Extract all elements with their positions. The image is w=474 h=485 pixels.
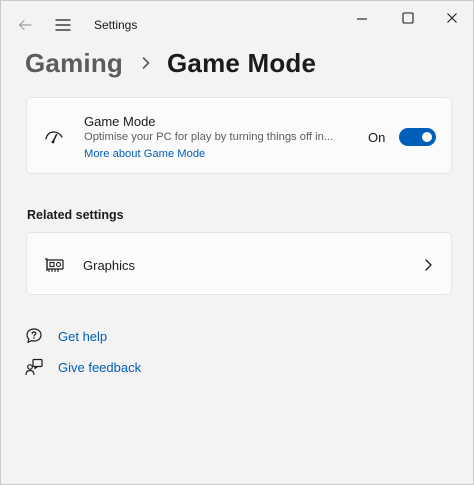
game-mode-description: Optimise your PC for play by turning thi… bbox=[84, 131, 334, 143]
maximize-icon bbox=[402, 12, 414, 24]
chevron-right-icon bbox=[421, 257, 435, 273]
minimize-icon bbox=[357, 18, 367, 20]
graphics-card-icon bbox=[43, 254, 65, 276]
minimize-button[interactable] bbox=[339, 5, 385, 33]
give-feedback-label: Give feedback bbox=[58, 359, 142, 375]
toggle-knob bbox=[422, 132, 432, 142]
page-title: Game Mode bbox=[167, 47, 317, 78]
related-settings-heading: Related settings bbox=[27, 208, 124, 222]
related-setting-graphics[interactable]: Graphics bbox=[26, 232, 452, 295]
more-about-game-mode-link[interactable]: More about Game Mode bbox=[84, 148, 205, 160]
maximize-button[interactable] bbox=[385, 5, 431, 33]
get-help-link[interactable]: Get help bbox=[25, 325, 107, 347]
breadcrumb-parent-gaming[interactable]: Gaming bbox=[25, 48, 123, 79]
window-title: Settings bbox=[94, 18, 138, 32]
breadcrumb-chevron-icon bbox=[131, 45, 161, 81]
give-feedback-link[interactable]: Give feedback bbox=[25, 356, 141, 378]
feedback-icon bbox=[25, 358, 43, 376]
hamburger-menu-icon bbox=[55, 19, 71, 31]
back-button[interactable] bbox=[13, 13, 37, 37]
arrow-left-icon bbox=[18, 19, 32, 31]
game-mode-title: Game Mode bbox=[84, 114, 156, 129]
close-button[interactable] bbox=[429, 5, 474, 33]
navigation-menu-button[interactable] bbox=[51, 13, 75, 37]
title-bar: Settings bbox=[1, 1, 473, 41]
get-help-icon bbox=[25, 327, 43, 345]
settings-window: Settings Gaming Game Mode Game Mode Opti… bbox=[0, 0, 474, 485]
game-mode-card: Game Mode Optimise your PC for play by t… bbox=[26, 97, 452, 174]
toggle-state-label: On bbox=[368, 130, 386, 145]
get-help-label: Get help bbox=[58, 328, 108, 344]
breadcrumb: Gaming Game Mode bbox=[25, 45, 316, 81]
close-icon bbox=[447, 13, 457, 23]
game-mode-gauge-icon bbox=[43, 125, 65, 147]
game-mode-toggle[interactable] bbox=[399, 128, 436, 146]
graphics-label: Graphics bbox=[83, 258, 136, 273]
